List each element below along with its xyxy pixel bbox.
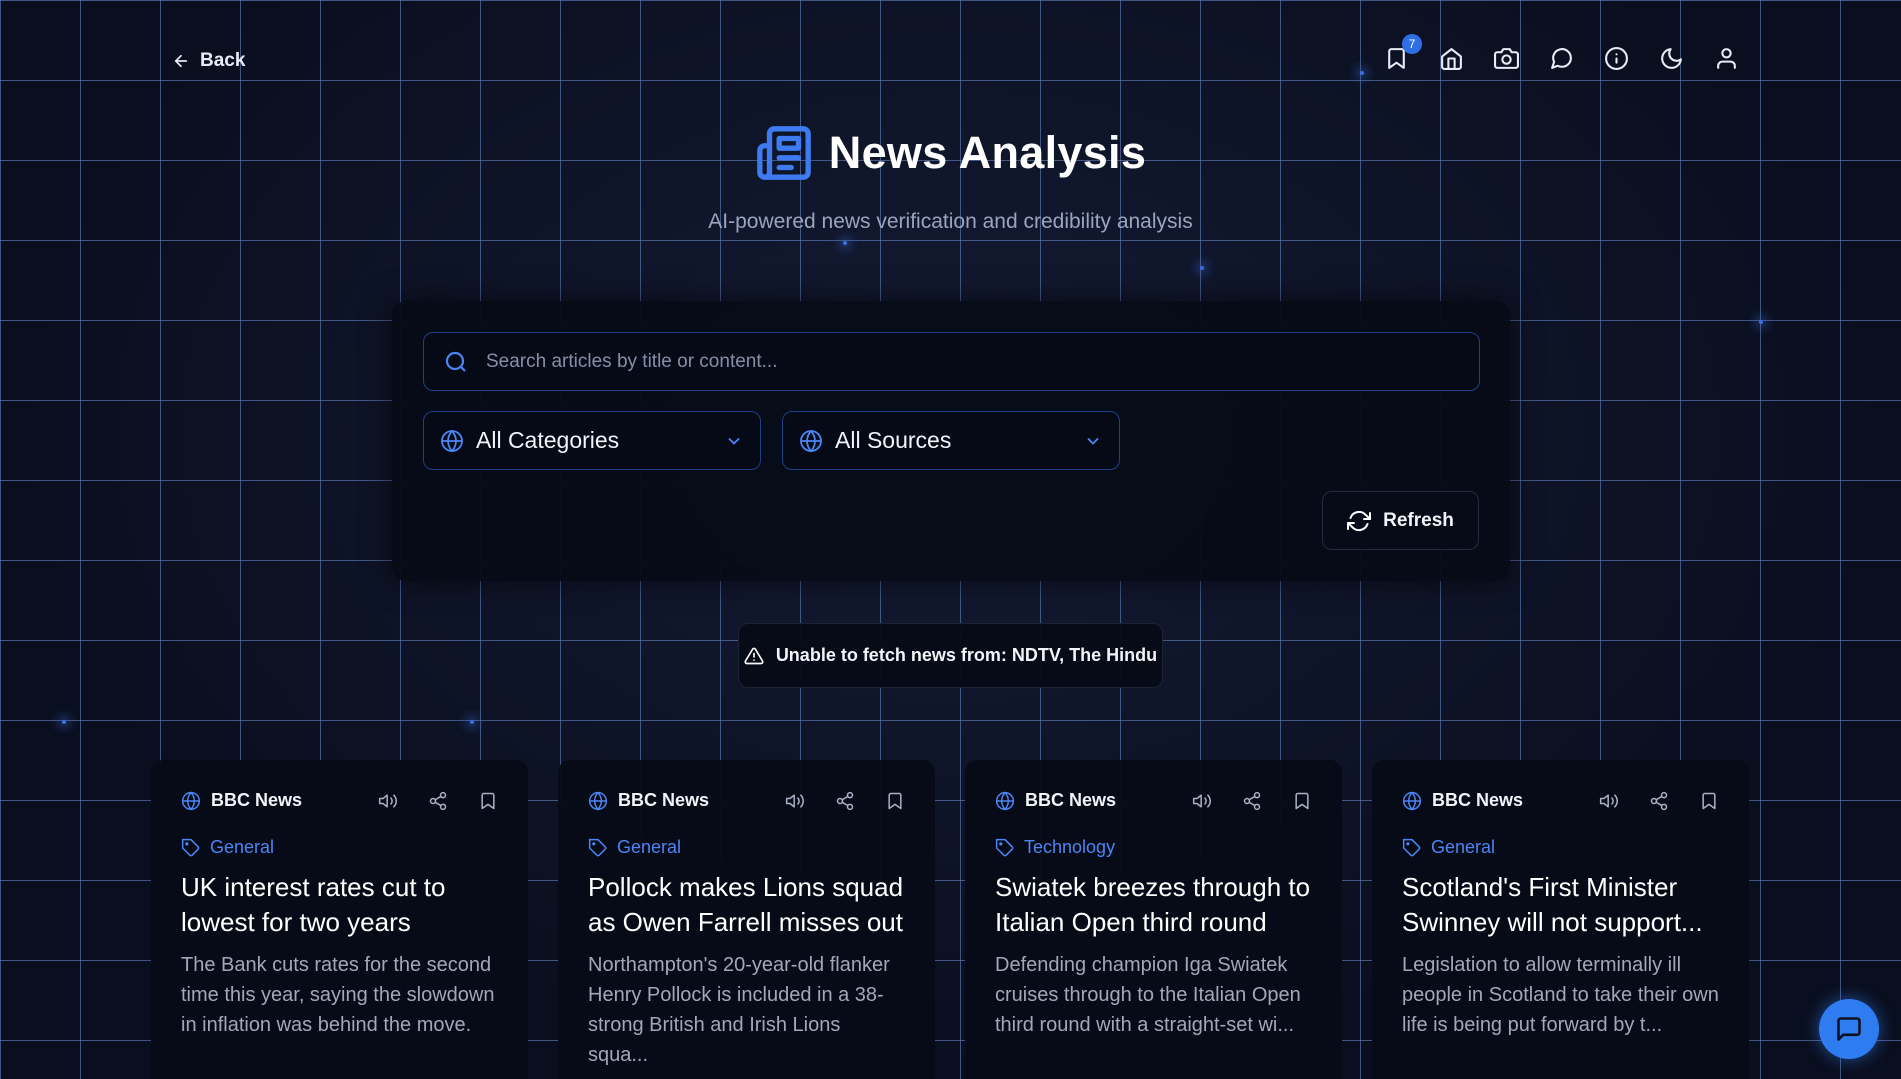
chevron-down-icon (1087, 437, 1099, 445)
globe-icon (995, 791, 1015, 810)
ambient-dot (843, 241, 847, 245)
fetch-error-text: Unable to fetch news from: NDTV, The Hin… (775, 645, 1158, 665)
chevron-down-icon (728, 437, 740, 445)
refresh-button[interactable]: Refresh (1322, 491, 1479, 550)
globe-icon (800, 429, 822, 452)
article-summary: The Bank cuts rates for the second time … (181, 954, 495, 1036)
article-category-label: General (1431, 837, 1496, 857)
article-source: BBC News (181, 790, 378, 811)
info-button[interactable] (1604, 46, 1629, 71)
share-icon[interactable] (1649, 791, 1669, 811)
chat-assistant-button[interactable] (1819, 999, 1879, 1059)
page-subtitle: AI-powered news verification and credibi… (708, 210, 1193, 233)
bookmark-icon[interactable] (478, 791, 498, 811)
article-category-label: General (617, 837, 682, 857)
article-source-label: BBC News (211, 790, 303, 810)
newspaper-icon (756, 126, 811, 180)
bookmarks-button[interactable]: 7 (1384, 34, 1422, 71)
article-category[interactable]: General (1402, 837, 1719, 858)
theme-toggle-button[interactable] (1659, 46, 1684, 71)
refresh-icon (1347, 510, 1372, 531)
ambient-dot (62, 720, 66, 724)
refresh-label: Refresh (1383, 509, 1454, 531)
article-title[interactable]: UK interest rates cut to lowest for two … (181, 870, 498, 940)
chat-icon (1551, 48, 1572, 69)
user-icon (1717, 48, 1736, 69)
article-source: BBC News (588, 790, 785, 811)
globe-icon (1402, 791, 1422, 810)
tag-icon (181, 838, 200, 856)
search-box[interactable] (423, 332, 1480, 391)
globe-icon (441, 429, 463, 452)
tag-icon (1402, 838, 1421, 856)
search-panel: All Categories All Sources Refresh (392, 301, 1510, 581)
ambient-dot (1360, 71, 1364, 75)
article-summary: Northampton's 20-year-old flanker Henry … (588, 954, 890, 1066)
info-icon (1605, 47, 1628, 70)
article-card[interactable]: BBC News General Pollock makes Lions squ… (558, 760, 935, 1079)
camera-button[interactable] (1494, 46, 1519, 71)
source-select[interactable]: All Sources (782, 411, 1120, 470)
article-source: BBC News (995, 790, 1192, 811)
moon-icon (1661, 48, 1682, 69)
article-category-label: General (210, 837, 275, 857)
share-icon[interactable] (428, 791, 448, 811)
bookmark-icon[interactable] (1699, 791, 1719, 811)
speaker-icon[interactable] (378, 791, 398, 811)
ambient-dot (1759, 320, 1763, 324)
page-title: News Analysis (828, 127, 1147, 178)
globe-icon (588, 791, 608, 810)
article-title[interactable]: Swiatek breezes through to Italian Open … (995, 870, 1312, 940)
article-card[interactable]: BBC News General UK interest rates cut t… (151, 760, 528, 1079)
tag-icon (588, 838, 607, 856)
category-select-value: All Categories (476, 427, 620, 453)
article-card[interactable]: BBC News Technology Swiatek breezes thro… (965, 760, 1342, 1079)
speaker-icon[interactable] (785, 791, 805, 811)
category-select[interactable]: All Categories (423, 411, 761, 470)
article-source-label: BBC News (1432, 790, 1524, 810)
back-button[interactable]: Back (172, 50, 245, 72)
bookmark-icon[interactable] (885, 791, 905, 811)
article-summary: Defending champion Iga Swiatek cruises t… (995, 954, 1301, 1036)
article-category-label: Technology (1024, 837, 1116, 857)
ambient-dot (1200, 266, 1204, 270)
article-category[interactable]: General (181, 837, 498, 858)
fetch-error-alert: Unable to fetch news from: NDTV, The Hin… (738, 623, 1163, 688)
alert-triangle-icon (744, 647, 764, 664)
share-icon[interactable] (1242, 791, 1262, 811)
ambient-dot (470, 720, 474, 724)
profile-button[interactable] (1714, 46, 1739, 71)
article-source-label: BBC News (618, 790, 710, 810)
tag-icon (995, 838, 1014, 856)
article-title[interactable]: Scotland's First Minister Swinney will n… (1402, 870, 1719, 940)
article-source: BBC News (1402, 790, 1599, 811)
article-summary: Legislation to allow terminally ill peop… (1402, 954, 1719, 1036)
message-square-icon (1837, 1017, 1861, 1041)
bookmark-count-badge: 7 (1402, 34, 1422, 54)
back-label: Back (200, 50, 246, 71)
globe-icon (181, 791, 201, 810)
article-title[interactable]: Pollock makes Lions squad as Owen Farrel… (588, 870, 905, 940)
page-header: News Analysis (0, 124, 1901, 182)
speaker-icon[interactable] (1599, 791, 1619, 811)
camera-icon (1494, 48, 1519, 69)
search-input[interactable] (486, 350, 1466, 373)
share-icon[interactable] (835, 791, 855, 811)
top-nav-icons: 7 (1384, 34, 1739, 71)
article-source-label: BBC News (1025, 790, 1117, 810)
article-category[interactable]: General (588, 837, 905, 858)
arrow-left-icon (174, 54, 188, 68)
messages-button[interactable] (1549, 46, 1574, 71)
speaker-icon[interactable] (1192, 791, 1212, 811)
source-select-value: All Sources (835, 427, 952, 453)
article-category[interactable]: Technology (995, 837, 1312, 858)
search-icon (445, 351, 466, 372)
bookmark-icon[interactable] (1292, 791, 1312, 811)
home-icon (1441, 48, 1462, 70)
home-button[interactable] (1439, 46, 1464, 71)
article-card[interactable]: BBC News General Scotland's First Minist… (1372, 760, 1749, 1079)
